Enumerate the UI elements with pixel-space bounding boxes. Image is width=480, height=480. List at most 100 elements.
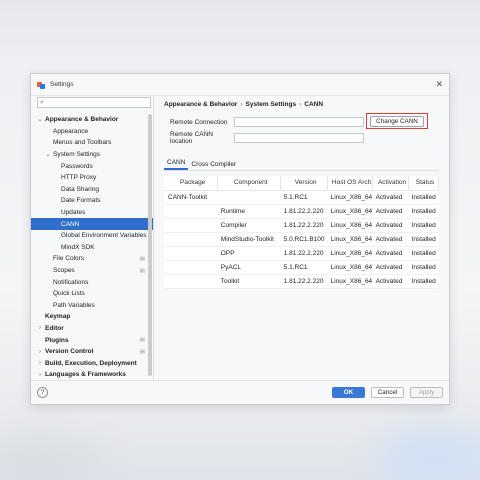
sidebar-item-quick-lists[interactable]: Quick Lists [31, 288, 153, 300]
package-cell [164, 232, 218, 247]
table-header-row: Package Component Version Host OS Arch A… [164, 176, 439, 191]
chevron-right-icon[interactable]: › [37, 372, 43, 378]
sidebar-item-passwords[interactable]: Passwords [31, 160, 153, 172]
table-row[interactable]: Toolkit 1.81.22.2.220 Linux_X86_64 Activate… [164, 274, 439, 289]
component-cell: PyACL [217, 260, 281, 275]
breadcrumb-item: CANN [304, 101, 324, 108]
table-row[interactable]: Compiler 1.81.22.2.220 Linux_X86_64 Activat… [164, 218, 439, 233]
table-row[interactable]: CANN-Toolkit 5.1.RC1 Linux_X86_64 Activated… [164, 190, 439, 205]
sidebar-item-notifications[interactable]: Notifications [31, 276, 153, 288]
sidebar-item-http-proxy[interactable]: HTTP Proxy [31, 172, 153, 184]
settings-window: Settings ✕ ⌕ ⌄ Appearance & Behavior Appea… [30, 73, 450, 405]
help-icon[interactable]: ? [37, 387, 48, 398]
change-cann-button[interactable]: Change CANN [370, 115, 424, 127]
sidebar-item-label: Keymap [45, 313, 71, 321]
sidebar-item-label: Notifications [53, 278, 89, 286]
table-row[interactable]: OPP 1.81.22.2.220 Linux_X86_64 Activated Ins… [164, 246, 439, 261]
column-header[interactable]: Host OS Arch [327, 176, 374, 191]
breadcrumb-item: System Settings [245, 101, 297, 108]
column-header[interactable]: Version [280, 176, 329, 191]
package-cell [164, 204, 218, 219]
highlight-box: Change CANN [366, 113, 428, 129]
app-logo-icon [37, 81, 45, 89]
activation-cell: Activated [372, 260, 409, 275]
column-header[interactable]: Component [217, 176, 282, 191]
table-row[interactable]: MindStudio-Toolkit 5.0.RC1.B100 Linux_X86_… [164, 232, 439, 247]
table-row[interactable]: PyACL 5.1.RC1 Linux_X86_64 Activated Install… [164, 260, 439, 275]
activation-cell: Activated [372, 246, 409, 261]
background-blur [380, 430, 480, 480]
host-os-arch-cell: Linux_X86_64 [327, 218, 373, 233]
sidebar-item-editor[interactable]: › Editor [31, 323, 153, 335]
sidebar-item-data-sharing[interactable]: Data Sharing [31, 184, 153, 196]
chevron-right-icon: › [299, 101, 302, 108]
activation-cell: Activated [372, 274, 409, 289]
status-cell: Installed [408, 274, 439, 289]
sidebar-item-build-execution-deployment[interactable]: › Build, Execution, Deployment [31, 357, 153, 369]
chevron-down-icon[interactable]: ⌄ [37, 116, 43, 123]
ok-button[interactable]: OK [332, 387, 365, 398]
column-header[interactable]: Activation [372, 176, 410, 191]
sidebar-item-cann[interactable]: CANN [31, 218, 153, 230]
sidebar-item-global-environment-variables[interactable]: Global Environment Variables [31, 230, 153, 242]
sidebar-item-label: System Settings [53, 151, 100, 159]
sidebar-item-languages-frameworks[interactable]: › Languages & Frameworks [31, 369, 153, 380]
sidebar-item-system-settings[interactable]: ⌄ System Settings [31, 149, 153, 161]
version-cell: 5.1.RC1 [280, 260, 328, 275]
version-cell: 1.81.22.2.220 [280, 274, 328, 289]
close-icon[interactable]: ✕ [435, 79, 443, 90]
activation-cell: Activated [372, 190, 409, 205]
remote-cann-location-field[interactable] [234, 133, 364, 143]
settings-tree: ⌄ Appearance & Behavior Appearance Menus an… [31, 112, 153, 380]
sidebar-item-scopes[interactable]: Scopes ▤ [31, 265, 153, 277]
component-cell: Toolkit [217, 274, 281, 289]
chevron-down-icon[interactable]: ⌄ [45, 151, 51, 158]
breadcrumb-item: Appearance & Behavior [164, 101, 238, 108]
chevron-right-icon[interactable]: › [37, 360, 43, 366]
cancel-button[interactable]: Cancel [371, 387, 404, 398]
version-cell: 1.81.22.2.220 [280, 204, 328, 219]
column-header[interactable]: Package [164, 176, 219, 191]
sidebar-item-file-colors[interactable]: File Colors ▤ [31, 253, 153, 265]
sidebar-item-label: Appearance [53, 127, 89, 135]
sidebar-item-path-variables[interactable]: Path Variables [31, 300, 153, 312]
sidebar-item-date-formats[interactable]: Date Formats [31, 195, 153, 207]
project-level-icon: ▤ [139, 337, 145, 344]
sidebar-item-keymap[interactable]: Keymap [31, 311, 153, 323]
component-cell [217, 190, 281, 205]
host-os-arch-cell: Linux_X86_64 [327, 274, 373, 289]
sidebar-item-label: Path Variables [53, 301, 95, 309]
remote-connection-field[interactable] [234, 117, 364, 127]
tab-cann[interactable]: CANN [164, 159, 189, 170]
status-cell: Installed [408, 190, 439, 205]
chevron-right-icon[interactable]: › [37, 349, 43, 355]
sidebar-item-label: CANN [61, 220, 80, 228]
sidebar-scrollbar[interactable] [148, 114, 152, 376]
sidebar-item-menus-and-toolbars[interactable]: Menus and Toolbars [31, 137, 153, 149]
sidebar-item-mindx-sdk[interactable]: MindX SDK [31, 242, 153, 254]
sidebar-item-label: Updates [61, 209, 86, 217]
sidebar-item-label: Date Formats [61, 197, 101, 205]
project-level-icon: ▤ [139, 267, 145, 274]
sidebar-item-updates[interactable]: Updates [31, 207, 153, 219]
chevron-right-icon: › [240, 101, 243, 108]
apply-button[interactable]: Apply [410, 387, 443, 398]
sidebar-item-plugins[interactable]: Plugins ▤ [31, 334, 153, 346]
tab-cross-compiler[interactable]: Cross Compiler [188, 161, 239, 170]
chevron-right-icon[interactable]: › [37, 325, 43, 331]
sidebar-item-label: Quick Lists [53, 290, 85, 298]
status-cell: Installed [408, 260, 439, 275]
host-os-arch-cell: Linux_X86_64 [327, 232, 373, 247]
sidebar-item-version-control[interactable]: › Version Control ▤ [31, 346, 153, 358]
sidebar-item-appearance[interactable]: Appearance [31, 126, 153, 138]
column-header[interactable]: Status [408, 176, 439, 191]
search-input[interactable]: ⌕ [37, 97, 151, 108]
status-cell: Installed [408, 204, 439, 219]
sidebar-item-appearance-behavior[interactable]: ⌄ Appearance & Behavior [31, 114, 153, 126]
component-cell: OPP [217, 246, 281, 261]
remote-connection-label: Remote Connection [170, 118, 228, 126]
table-row[interactable]: Runtime 1.81.22.2.220 Linux_X86_64 Activate… [164, 204, 439, 219]
version-cell: 1.81.22.2.220 [280, 218, 328, 233]
status-cell: Installed [408, 218, 439, 233]
sidebar-item-label: Menus and Toolbars [53, 139, 112, 147]
